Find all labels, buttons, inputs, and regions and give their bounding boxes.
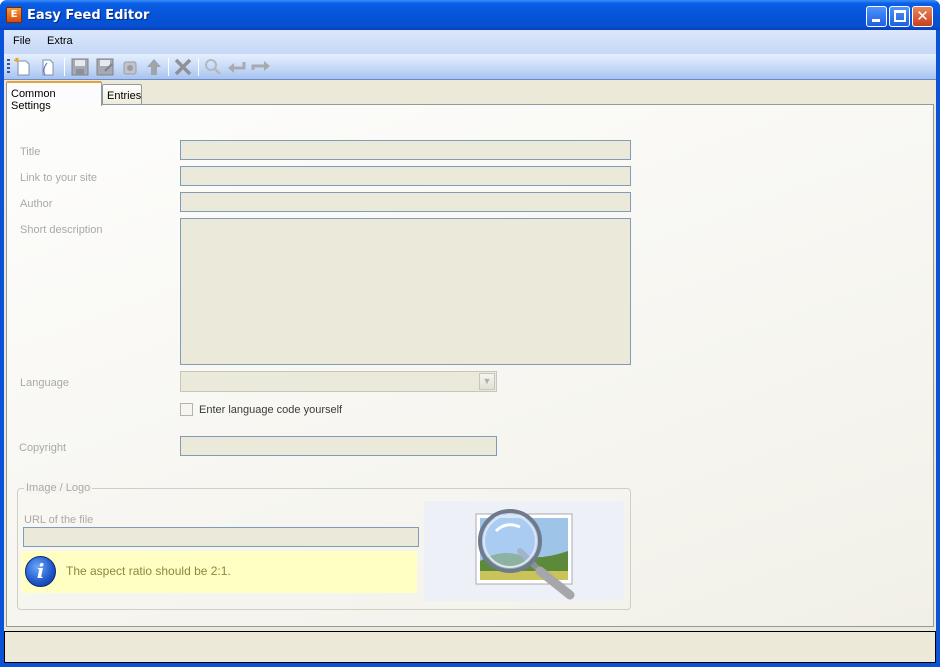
title-label: Title <box>20 146 41 158</box>
title-bar[interactable]: E Easy Feed Editor ✕ <box>0 0 940 30</box>
toolbar-separator <box>64 58 65 76</box>
menu-file[interactable]: File <box>13 35 31 47</box>
toolbar-separator <box>168 58 169 76</box>
tab-entries[interactable]: Entries <box>102 84 142 106</box>
copyright-label: Copyright <box>19 442 67 454</box>
new-file-icon[interactable] <box>13 57 33 77</box>
minimize-button[interactable] <box>866 6 887 27</box>
copyright-input[interactable] <box>180 436 497 456</box>
language-code-label: Enter language code yourself <box>199 404 343 416</box>
image-magnifier-icon <box>475 509 575 600</box>
status-bar <box>4 631 936 663</box>
close-button[interactable]: ✕ <box>912 6 933 27</box>
app-icon: E <box>6 7 22 23</box>
info-message-text: The aspect ratio should be 2:1. <box>66 564 231 578</box>
menu-bar: File Extra <box>4 30 936 54</box>
save-icon[interactable] <box>70 57 90 77</box>
title-input[interactable] <box>180 140 631 160</box>
url-label: URL of the file <box>24 514 94 526</box>
author-input[interactable] <box>180 192 631 212</box>
open-file-icon[interactable] <box>38 57 58 77</box>
undo-icon[interactable] <box>226 57 246 77</box>
close-icon: ✕ <box>916 7 929 25</box>
info-icon: i <box>25 556 56 587</box>
toolbar-grip[interactable] <box>7 59 10 75</box>
link-input[interactable] <box>180 166 631 186</box>
language-label: Language <box>20 377 69 389</box>
description-textarea[interactable] <box>180 218 631 365</box>
window-client-area: File Extra Common Settings Entries Title… <box>4 30 936 663</box>
save-as-icon[interactable] <box>95 57 115 77</box>
url-input[interactable] <box>23 527 419 547</box>
language-select[interactable]: ▼ <box>180 371 497 392</box>
app-window: E Easy Feed Editor ✕ File Extra Common S… <box>0 0 940 667</box>
window-title: Easy Feed Editor <box>27 8 150 23</box>
toolbar-separator <box>198 58 199 76</box>
minimize-icon <box>872 19 880 22</box>
image-preview <box>424 501 624 601</box>
menu-extra[interactable]: Extra <box>47 35 73 47</box>
chevron-down-icon[interactable]: ▼ <box>479 373 495 390</box>
author-label: Author <box>20 198 53 210</box>
language-code-checkbox[interactable] <box>180 403 193 416</box>
maximize-icon <box>894 10 906 22</box>
tab-common-settings[interactable]: Common Settings <box>6 81 102 112</box>
description-label: Short description <box>20 224 103 236</box>
link-label: Link to your site <box>20 172 98 184</box>
toolbar <box>4 54 936 80</box>
tab-strip: Common Settings Entries <box>4 81 936 112</box>
image-logo-group-title: Image / Logo <box>24 482 93 494</box>
info-message: i The aspect ratio should be 2:1. <box>21 551 417 593</box>
export-icon[interactable] <box>120 57 140 77</box>
delete-icon[interactable] <box>173 57 193 77</box>
upload-icon[interactable] <box>144 57 164 77</box>
search-icon[interactable] <box>203 57 223 77</box>
maximize-button[interactable] <box>889 6 910 27</box>
redo-icon[interactable] <box>251 57 271 77</box>
